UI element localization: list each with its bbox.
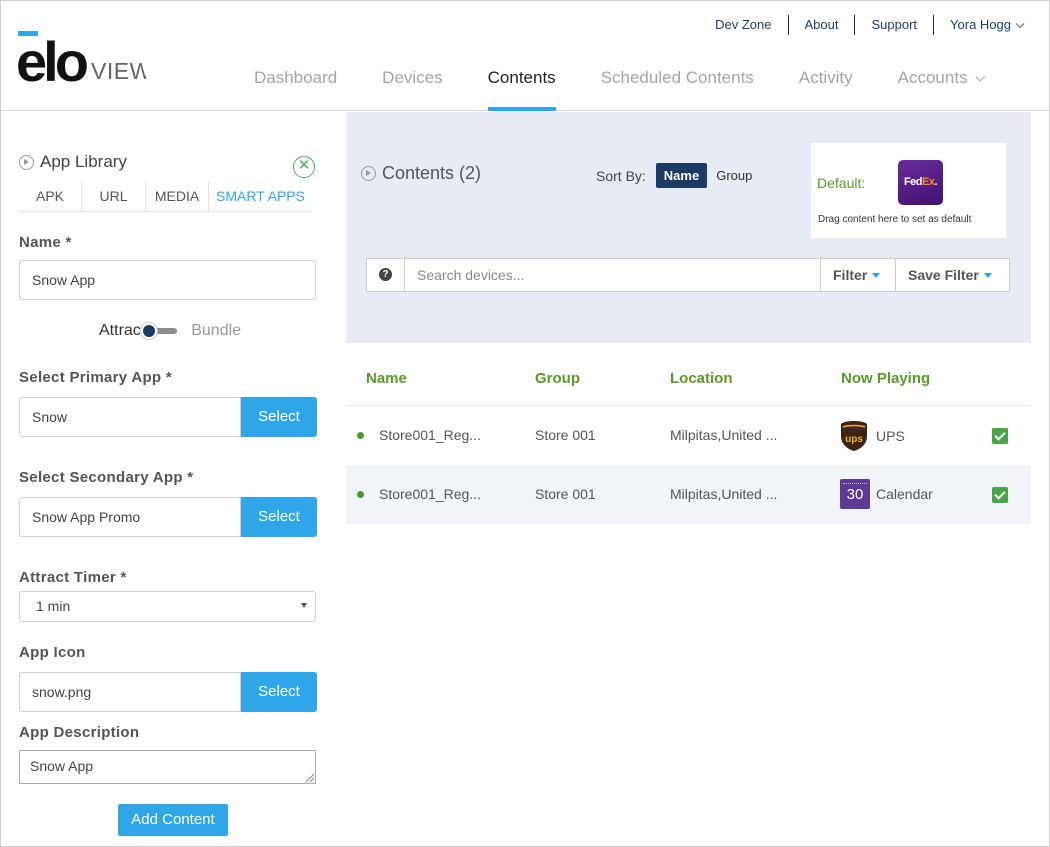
now-playing: 30 Calendar — [840, 479, 933, 509]
checkbox-checked-icon[interactable] — [992, 428, 1008, 444]
primary-app-label: Select Primary App * — [19, 369, 173, 386]
play-circle-icon — [361, 166, 376, 181]
tab-url[interactable]: URL — [81, 181, 145, 211]
search-devices-input[interactable]: Search devices... — [405, 259, 821, 291]
tab-contents[interactable]: Contents — [487, 57, 556, 111]
app-description-label: App Description — [19, 724, 140, 741]
contents-title-text: Contents (2) — [382, 163, 482, 183]
app-description-textarea[interactable]: Snow App — [19, 750, 316, 784]
svg-text:elo: elo — [16, 30, 88, 85]
tab-media[interactable]: MEDIA — [145, 181, 208, 211]
filter-label: Filter — [833, 267, 868, 283]
chevron-down-icon — [974, 71, 985, 82]
top-links: Dev Zone About Support Yora Hogg — [699, 15, 1025, 35]
sort-group-button[interactable]: Group — [716, 168, 752, 183]
elo-view-logo[interactable]: elo VIEW — [16, 29, 146, 85]
device-group: Store 001 — [535, 486, 596, 502]
tab-dashboard[interactable]: Dashboard — [254, 57, 337, 111]
library-tabs: APK URL MEDIA SMART APPS — [19, 181, 312, 212]
app-library-label: App Library — [40, 152, 127, 171]
devices-table-header: Name Group Location Now Playing — [346, 344, 1031, 406]
attract-timer-select[interactable]: 1 min — [19, 591, 316, 622]
tab-accounts[interactable]: Accounts — [897, 57, 985, 111]
online-status-icon — [357, 491, 364, 498]
column-header-name[interactable]: Name — [366, 370, 407, 387]
now-playing-label: Calendar — [876, 486, 933, 502]
toggle-attract-label: Attract — [99, 322, 146, 339]
save-filter-button[interactable]: Save Filter — [896, 259, 1009, 291]
select-app-icon-button[interactable]: Select — [241, 672, 317, 712]
column-header-location[interactable]: Location — [670, 370, 733, 387]
default-hint: Drag content here to set as default — [818, 214, 972, 225]
contents-panel: Contents (2) Sort By: Name Group Default… — [346, 112, 1031, 343]
toggle-bundle-label: Bundle — [191, 322, 242, 339]
ups-icon: ups — [841, 421, 867, 451]
close-icon[interactable]: ✕ — [293, 156, 315, 178]
calendar-icon: 30 — [840, 479, 870, 509]
now-playing-label: UPS — [876, 428, 905, 444]
tab-apk[interactable]: APK — [19, 181, 81, 211]
column-header-now-playing[interactable]: Now Playing — [841, 370, 930, 387]
dropdown-caret-icon — [301, 603, 307, 608]
select-secondary-app-button[interactable]: Select — [241, 497, 317, 537]
device-group: Store 001 — [535, 427, 596, 443]
attract-bundle-toggle[interactable] — [141, 323, 179, 339]
app-library-title: App Library — [19, 152, 127, 172]
secondary-app-label: Select Secondary App * — [19, 469, 194, 486]
app-description-value: Snow App — [30, 758, 94, 774]
attract-bundle-toggle-row: Attract Bundle — [99, 322, 241, 340]
device-name[interactable]: Store001_Reg... — [379, 486, 481, 502]
default-content-dropzone[interactable]: Default: FedEx. Drag content here to set… — [811, 143, 1006, 238]
svg-text:VIEW: VIEW — [91, 58, 146, 84]
checkbox-checked-icon[interactable] — [992, 487, 1008, 503]
about-link[interactable]: About — [787, 15, 855, 35]
user-menu[interactable]: Yora Hogg — [933, 15, 1025, 35]
device-location: Milpitas,United ... — [670, 427, 778, 443]
add-content-button[interactable]: Add Content — [118, 804, 228, 836]
help-icon[interactable]: ? — [367, 259, 405, 291]
attract-timer-label: Attract Timer * — [19, 569, 127, 586]
main-nav: Dashboard Devices Contents Scheduled Con… — [254, 57, 985, 111]
tab-smart-apps[interactable]: SMART APPS — [208, 181, 312, 211]
resize-grip-icon[interactable] — [306, 774, 314, 782]
filter-button[interactable]: Filter — [821, 259, 896, 291]
chevron-down-icon — [1015, 19, 1025, 29]
svg-text:ups: ups — [845, 434, 863, 445]
app-library-sidebar: App Library ✕ APK URL MEDIA SMART APPS N… — [1, 112, 345, 846]
tab-scheduled-contents[interactable]: Scheduled Contents — [601, 57, 754, 111]
search-bar: ? Search devices... Filter Save Filter — [366, 258, 1010, 292]
column-header-group[interactable]: Group — [535, 370, 580, 387]
attract-timer-value: 1 min — [36, 598, 71, 614]
table-row[interactable]: Store001_Reg... Store 001 Milpitas,Unite… — [346, 406, 1031, 465]
support-link[interactable]: Support — [854, 15, 933, 35]
secondary-app-field[interactable]: Snow App Promo — [19, 497, 241, 537]
table-row[interactable]: Store001_Reg... Store 001 Milpitas,Unite… — [346, 465, 1031, 524]
app-icon-label: App Icon — [19, 644, 86, 661]
caret-down-icon — [872, 273, 881, 278]
sort-name-button[interactable]: Name — [655, 163, 708, 188]
caret-down-icon — [983, 273, 992, 278]
save-filter-label: Save Filter — [908, 267, 979, 283]
tab-accounts-label: Accounts — [897, 68, 968, 87]
name-field[interactable]: Snow App — [19, 260, 316, 300]
select-primary-app-button[interactable]: Select — [241, 397, 317, 437]
tab-activity[interactable]: Activity — [799, 57, 853, 111]
tab-devices[interactable]: Devices — [382, 57, 442, 111]
app-icon-field[interactable]: snow.png — [19, 672, 241, 712]
primary-app-field[interactable]: Snow — [19, 397, 241, 437]
default-label: Default: — [817, 175, 866, 191]
device-name[interactable]: Store001_Reg... — [379, 427, 481, 443]
dev-zone-link[interactable]: Dev Zone — [699, 15, 787, 35]
fedex-icon[interactable]: FedEx. — [898, 160, 943, 205]
contents-title: Contents (2) — [361, 163, 481, 184]
header: elo VIEW Dev Zone About Support Yora Hog… — [1, 1, 1049, 111]
online-status-icon — [357, 432, 364, 439]
device-location: Milpitas,United ... — [670, 486, 778, 502]
name-label: Name * — [19, 234, 72, 251]
play-circle-icon — [19, 154, 34, 170]
user-name: Yora Hogg — [950, 17, 1011, 32]
now-playing: ups UPS — [840, 420, 905, 452]
sort-by: Sort By: Name Group — [596, 163, 752, 188]
sort-by-label: Sort By: — [596, 167, 646, 184]
